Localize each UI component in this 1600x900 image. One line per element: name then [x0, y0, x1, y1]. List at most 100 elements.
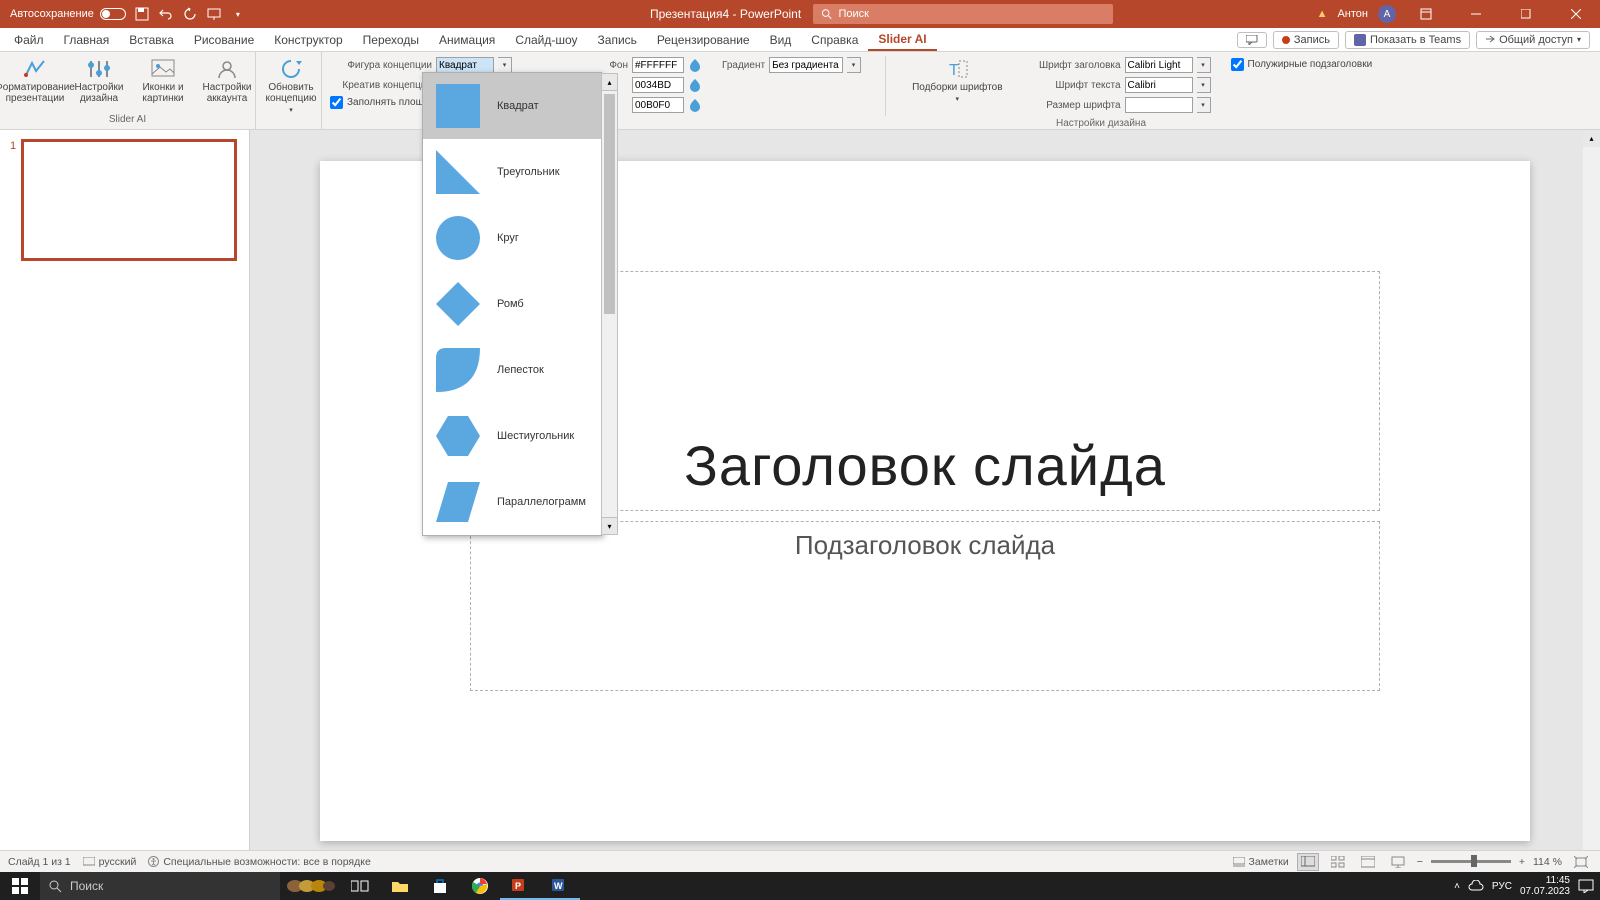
close-button[interactable] [1556, 0, 1596, 28]
tray-cloud-icon[interactable] [1468, 880, 1484, 892]
tab-record[interactable]: Запись [588, 30, 647, 50]
chrome-button[interactable] [460, 872, 500, 900]
dropdown-item-square[interactable]: Квадрат [423, 73, 601, 139]
tab-design[interactable]: Конструктор [264, 30, 352, 50]
normal-view-button[interactable] [1297, 853, 1319, 871]
fill-area-checkbox[interactable] [330, 96, 343, 109]
svg-text:P: P [515, 881, 521, 891]
color2-input[interactable] [632, 77, 684, 93]
icons-pictures-button[interactable]: Иконки и картинки [136, 56, 190, 106]
dropdown-item-hexagon[interactable]: Шестиугольник [423, 403, 601, 469]
maximize-button[interactable] [1506, 0, 1546, 28]
slideshow-view-button[interactable] [1387, 853, 1409, 871]
tab-help[interactable]: Справка [801, 30, 868, 50]
design-settings-button[interactable]: Настройки дизайна [72, 56, 126, 106]
tab-insert[interactable]: Вставка [119, 30, 184, 50]
fit-window-button[interactable] [1570, 853, 1592, 871]
dropdown-item-petal[interactable]: Лепесток [423, 337, 601, 403]
dropdown-item-triangle[interactable]: Треугольник [423, 139, 601, 205]
font-selections-button[interactable]: TПодборки шрифтов▾ [910, 56, 1004, 105]
zoom-in-button[interactable]: + [1519, 856, 1525, 868]
dropdown-item-parallelogram[interactable]: Параллелограмм [423, 469, 601, 535]
font-size-dropdown-arrow[interactable]: ▾ [1197, 97, 1211, 113]
tab-view[interactable]: Вид [760, 30, 802, 50]
tray-chevron-icon[interactable]: ˄ [1454, 881, 1460, 892]
taskbar-search[interactable]: Поиск [40, 872, 280, 900]
save-icon[interactable] [134, 6, 150, 22]
format-presentation-button[interactable]: Форматирование презентации [8, 56, 62, 106]
tab-slider-ai[interactable]: Slider AI [868, 29, 936, 51]
tray-notifications-icon[interactable] [1578, 879, 1594, 893]
tab-transitions[interactable]: Переходы [353, 30, 429, 50]
account-settings-button[interactable]: Настройки аккаунта [200, 56, 254, 106]
notes-button[interactable]: Заметки [1233, 856, 1289, 868]
redo-icon[interactable] [182, 6, 198, 22]
autosave-toggle[interactable]: Автосохранение [10, 8, 126, 20]
tab-draw[interactable]: Рисование [184, 30, 264, 50]
minimize-button[interactable] [1456, 0, 1496, 28]
scroll-up-icon[interactable]: ▴ [602, 74, 617, 91]
color-picker-icon-2[interactable] [688, 78, 702, 92]
tab-animations[interactable]: Анимация [429, 30, 505, 50]
tray-clock[interactable]: 11:4507.07.2023 [1520, 875, 1570, 897]
gradient-dropdown-arrow[interactable]: ▾ [847, 57, 861, 73]
share-button[interactable]: Общий доступ▾ [1476, 31, 1590, 49]
start-slideshow-icon[interactable] [206, 6, 222, 22]
tab-file[interactable]: Файл [4, 30, 54, 50]
title-font-dropdown-arrow[interactable]: ▾ [1197, 57, 1211, 73]
bold-subs-checkbox[interactable] [1231, 58, 1244, 71]
title-font-input[interactable] [1125, 57, 1193, 73]
user-name[interactable]: Антон [1337, 8, 1368, 20]
scroll-up-icon[interactable]: ▴ [1583, 130, 1600, 147]
search-box[interactable] [813, 4, 1113, 24]
slide-thumbnail[interactable] [22, 140, 236, 260]
reading-view-button[interactable] [1357, 853, 1379, 871]
teams-button[interactable]: Показать в Teams [1345, 31, 1470, 49]
color-picker-icon[interactable] [688, 58, 702, 72]
gradient-input[interactable] [769, 57, 843, 73]
dropdown-scrollbar[interactable]: ▴ ▾ [601, 73, 618, 535]
tab-home[interactable]: Главная [54, 30, 120, 50]
taskbar-widget[interactable] [280, 876, 340, 896]
scroll-thumb[interactable] [604, 94, 615, 314]
tab-slideshow[interactable]: Слайд-шоу [505, 30, 587, 50]
text-font-input[interactable] [1125, 77, 1193, 93]
language-label[interactable]: русский [83, 856, 137, 868]
tab-review[interactable]: Рецензирование [647, 30, 760, 50]
dropdown-item-circle[interactable]: Круг [423, 205, 601, 271]
update-concept-button[interactable]: Обновить концепцию▾ [264, 56, 318, 125]
vertical-scrollbar[interactable]: ▴ ▾ [1583, 130, 1600, 872]
comments-button[interactable] [1237, 32, 1267, 48]
bg-color-input[interactable] [632, 57, 684, 73]
bg-label: Фон [602, 60, 628, 71]
scroll-down-icon[interactable]: ▾ [602, 517, 617, 534]
ribbon-options-icon[interactable] [1406, 0, 1446, 28]
concept-shape-dropdown-arrow[interactable]: ▾ [498, 57, 512, 73]
record-button[interactable]: Запись [1273, 31, 1339, 49]
accessibility-label[interactable]: Специальные возможности: все в порядке [148, 856, 370, 868]
search-input[interactable] [838, 8, 1105, 20]
warning-icon[interactable]: ▲ [1317, 8, 1328, 20]
concept-shape-input[interactable] [436, 57, 494, 73]
font-size-input[interactable] [1125, 97, 1193, 113]
zoom-out-button[interactable]: − [1417, 856, 1423, 868]
avatar[interactable]: А [1378, 5, 1396, 23]
color3-input[interactable] [632, 97, 684, 113]
start-button[interactable] [0, 872, 40, 900]
slide-count-label[interactable]: Слайд 1 из 1 [8, 856, 71, 868]
file-explorer-button[interactable] [380, 872, 420, 900]
zoom-slider[interactable] [1431, 860, 1511, 863]
dropdown-item-diamond[interactable]: Ромб [423, 271, 601, 337]
sorter-view-button[interactable] [1327, 853, 1349, 871]
zoom-level[interactable]: 114 % [1533, 856, 1562, 868]
undo-icon[interactable] [158, 6, 174, 22]
text-font-dropdown-arrow[interactable]: ▾ [1197, 77, 1211, 93]
word-button[interactable]: W [540, 872, 580, 900]
store-button[interactable] [420, 872, 460, 900]
color-picker-icon-3[interactable] [688, 98, 702, 112]
powerpoint-button[interactable]: P [500, 872, 540, 900]
task-view-button[interactable] [340, 872, 380, 900]
tray-language[interactable]: РУС [1492, 881, 1512, 892]
subtitle-placeholder[interactable]: Подзаголовок слайда [470, 521, 1380, 691]
qat-more-icon[interactable]: ▾ [230, 6, 246, 22]
